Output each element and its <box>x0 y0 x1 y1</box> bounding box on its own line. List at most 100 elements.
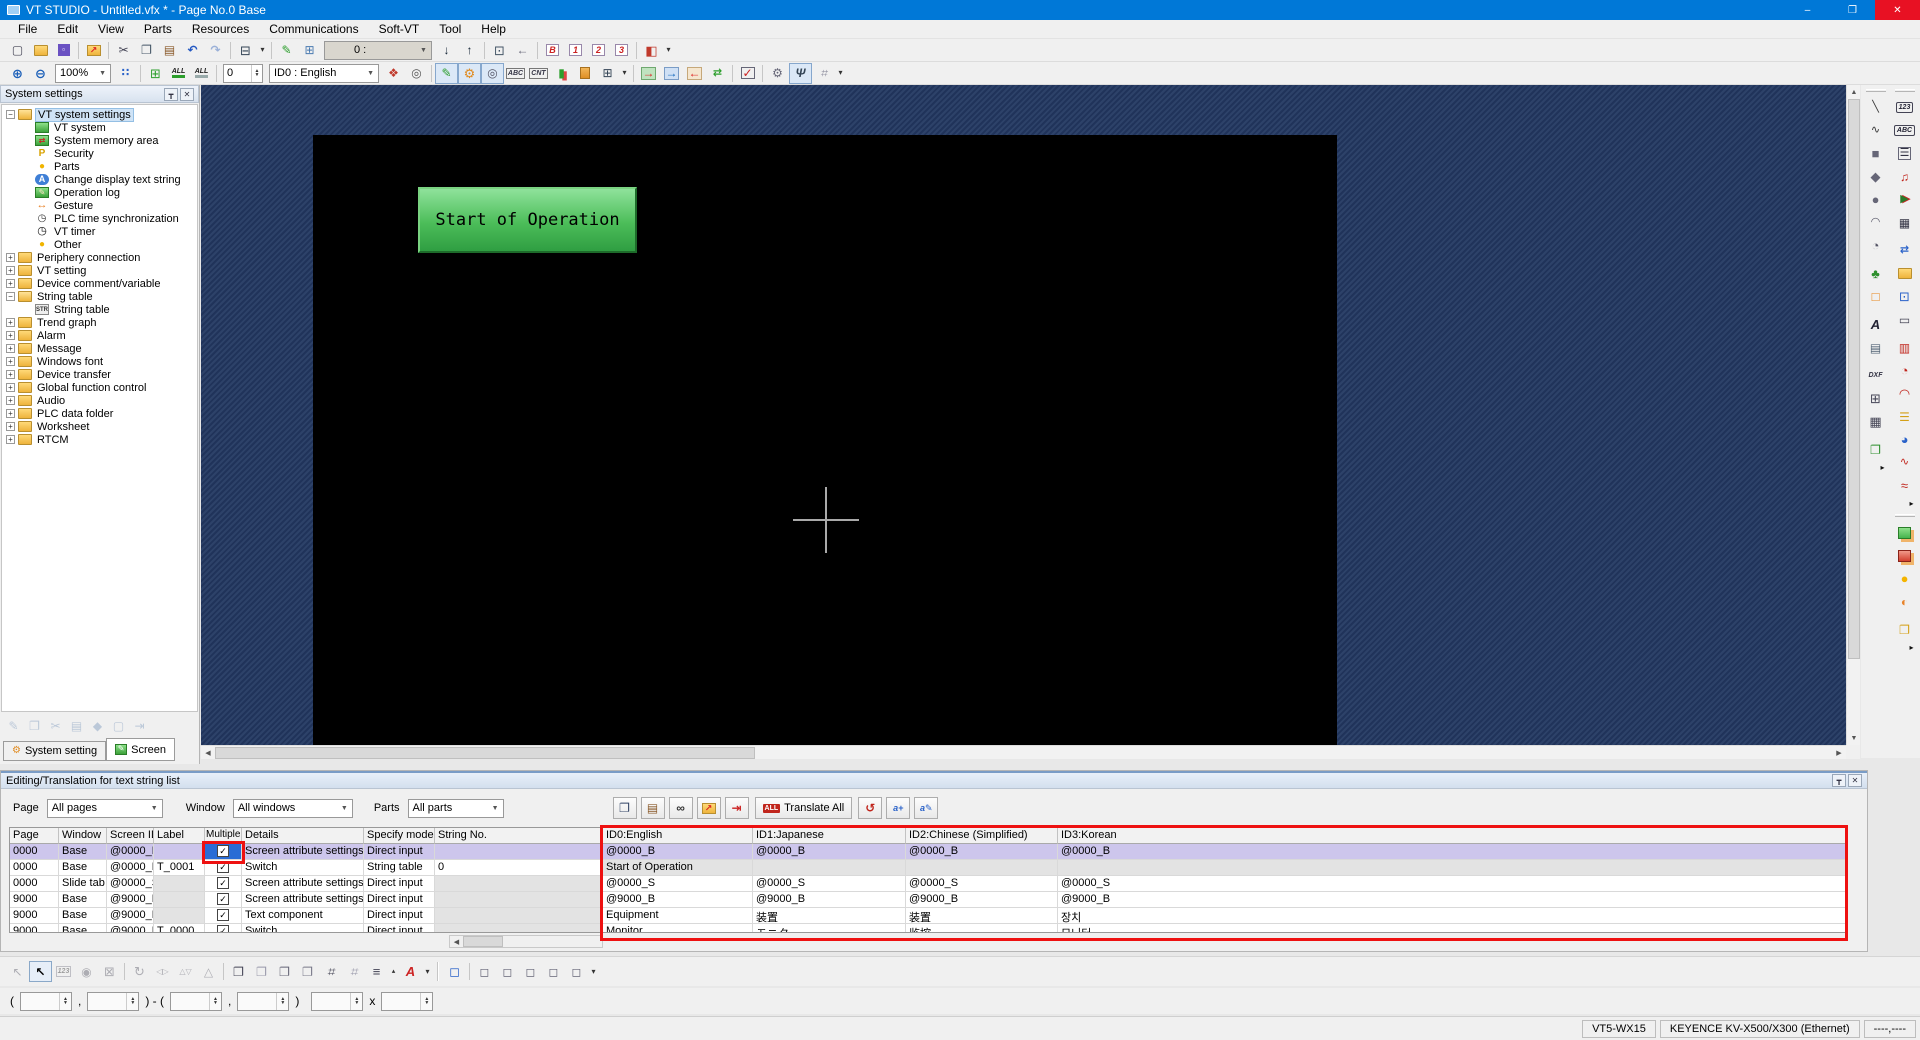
tree-item-label[interactable]: Audio <box>35 395 67 407</box>
y1-spinner[interactable]: ▲▼ <box>87 992 139 1011</box>
viewer-tool[interactable]: ▭ <box>1892 308 1918 331</box>
tree-device-transfer[interactable]: + Device transfer <box>2 368 197 381</box>
bar-meter-tool[interactable]: ▥ <box>1892 336 1918 359</box>
frame-tool[interactable]: □ <box>1863 285 1889 308</box>
cell-korean[interactable]: 장치 <box>1058 908 1846 924</box>
tree-trend-graph[interactable]: + Trend graph <box>2 316 197 329</box>
video-tool[interactable]: ▶ <box>1892 188 1918 211</box>
zoom-level-combo[interactable]: 100%▼ <box>55 64 111 83</box>
new-file-button[interactable]: ▢ <box>6 40 29 61</box>
polygon-tool[interactable]: ◆ <box>1863 165 1889 188</box>
tree-item-label[interactable]: String table <box>52 304 112 316</box>
cell-string-no[interactable] <box>435 924 603 933</box>
cell-page[interactable]: 0000 <box>10 876 59 892</box>
scroll-left-icon[interactable]: ◀ <box>201 746 215 760</box>
cell-details[interactable]: Switch <box>242 924 364 933</box>
cell-specify-mode[interactable]: Direct input <box>364 876 435 892</box>
tree-expander[interactable]: − <box>6 110 15 119</box>
trend-graph-tool[interactable]: ≈ <box>1892 474 1918 497</box>
more-graph-tools[interactable]: ▸ <box>1892 497 1918 510</box>
add-translation-button[interactable]: a+ <box>886 797 910 819</box>
stacked-bar-graph-tool[interactable]: ☰ <box>1892 405 1918 428</box>
menu-edit[interactable]: Edit <box>47 20 88 38</box>
undo-button[interactable]: ↶ <box>181 40 204 61</box>
cell-label[interactable] <box>154 844 205 860</box>
cell-window[interactable]: Base <box>59 908 107 924</box>
select-label-button[interactable]: ◻ <box>542 961 565 982</box>
column-header[interactable]: Label <box>154 828 205 844</box>
read-from-vt-button[interactable]: ← <box>683 63 706 84</box>
id-spinner[interactable]: 0▲▼ <box>223 64 263 83</box>
cell-japanese[interactable]: モニタ <box>753 924 906 933</box>
grid-toggle-button[interactable]: ∷ <box>114 63 137 84</box>
print-dropdown[interactable]: ▾ <box>257 40 268 61</box>
send-to-back-button[interactable]: ❐ <box>250 961 273 982</box>
bring-to-front-button[interactable]: ❐ <box>227 961 250 982</box>
canvas-vertical-scrollbar[interactable]: ▲ ▼ <box>1846 85 1860 745</box>
language-combo[interactable]: ID0 : English▼ <box>269 64 379 83</box>
window-filter-combo[interactable]: All windows▼ <box>233 799 353 818</box>
select-frame-button[interactable]: ◻ <box>473 961 496 982</box>
menu-communications[interactable]: Communications <box>259 20 368 38</box>
panel-cut-button[interactable]: ✂ <box>45 715 66 736</box>
copy-string-button[interactable]: ❐ <box>613 797 637 819</box>
scroll-right-icon[interactable]: ▶ <box>1832 746 1846 760</box>
cell-japanese[interactable]: @0000_S <box>753 876 906 892</box>
select-inside-button[interactable]: ◻ <box>496 961 519 982</box>
window-2-button[interactable]: 2 <box>587 40 610 61</box>
copy-button[interactable]: ❐ <box>135 40 158 61</box>
tree-string-table-folder[interactable]: − String table <box>2 290 197 303</box>
page-select-combo[interactable]: 0 :▼ <box>324 41 432 60</box>
cell-label[interactable]: T_0001 <box>154 860 205 876</box>
tree-expander[interactable]: + <box>6 357 15 366</box>
cell-multiple[interactable]: ✓ <box>205 924 242 933</box>
column-header[interactable]: String No. <box>435 828 603 844</box>
tree-expander[interactable]: + <box>6 370 15 379</box>
cell-page[interactable]: 0000 <box>10 844 59 860</box>
movie-tool[interactable]: ▦ <box>1892 211 1918 234</box>
document-display-tool[interactable]: ▤ <box>1863 336 1889 359</box>
ten-key-button[interactable]: ⊞ <box>298 40 321 61</box>
tree-change-display-text-string[interactable]: A Change display text string <box>2 173 197 186</box>
pie-graph-tool[interactable]: ◕ <box>1892 428 1918 451</box>
cell-screen-id[interactable]: @9000_B <box>107 908 154 924</box>
close-icon[interactable]: ✕ <box>1848 774 1862 787</box>
screen-editor-canvas[interactable]: Start of Operation <box>201 85 1846 745</box>
snap-to-grid-button[interactable]: ⊞ <box>144 63 167 84</box>
bring-forward-button[interactable]: ❐ <box>273 961 296 982</box>
text-tool[interactable]: A <box>1863 313 1889 336</box>
select-screen-button[interactable]: ⊡ <box>488 40 511 61</box>
option-utility-button[interactable]: ⊞ <box>596 63 619 84</box>
cell-specify-mode[interactable]: String table <box>364 860 435 876</box>
tree-item-label[interactable]: PLC data folder <box>35 408 115 420</box>
arc-tool[interactable]: ◠ <box>1863 211 1889 234</box>
tree-plc-data-folder[interactable]: + PLC data folder <box>2 407 197 420</box>
tree-message[interactable]: + Message <box>2 342 197 355</box>
mirror-horizontal-tool[interactable]: ◁▷ <box>151 961 174 982</box>
cell-multiple[interactable]: ✓ <box>205 844 242 860</box>
cell-screen-id[interactable]: @9000_B <box>107 924 154 933</box>
cell-window[interactable]: Slide tab <box>59 876 107 892</box>
panel-paste-button[interactable]: ▤ <box>66 715 87 736</box>
tree-item-label[interactable]: Global function control <box>35 382 148 394</box>
paste-button[interactable]: ▤ <box>158 40 181 61</box>
comment-display-tool[interactable]: ☰ <box>1892 142 1918 165</box>
menu-parts[interactable]: Parts <box>134 20 182 38</box>
multiple-checkbox[interactable]: ✓ <box>217 925 229 933</box>
column-header[interactable]: Details <box>242 828 364 844</box>
cell-korean[interactable]: @9000_B <box>1058 892 1846 908</box>
grid-tool[interactable]: ⊞ <box>1863 387 1889 410</box>
cell-page[interactable]: 9000 <box>10 908 59 924</box>
rotate-tool[interactable]: ↻ <box>128 961 151 982</box>
menu-help[interactable]: Help <box>471 20 516 38</box>
mirror-vertical-tool[interactable]: △▽ <box>174 961 197 982</box>
cell-label[interactable] <box>154 876 205 892</box>
continuous-line-tool[interactable]: ∿ <box>1863 119 1889 142</box>
cell-string-no[interactable] <box>435 876 603 892</box>
tree-item-label[interactable]: VT system settings <box>35 108 134 122</box>
width-spinner[interactable]: ▲▼ <box>311 992 363 1011</box>
ellipse-tool[interactable]: ● <box>1863 188 1889 211</box>
cell-window[interactable]: Base <box>59 924 107 933</box>
group-button[interactable]: ⌗ <box>319 961 342 982</box>
line-graph-tool[interactable]: ∿ <box>1892 451 1918 474</box>
